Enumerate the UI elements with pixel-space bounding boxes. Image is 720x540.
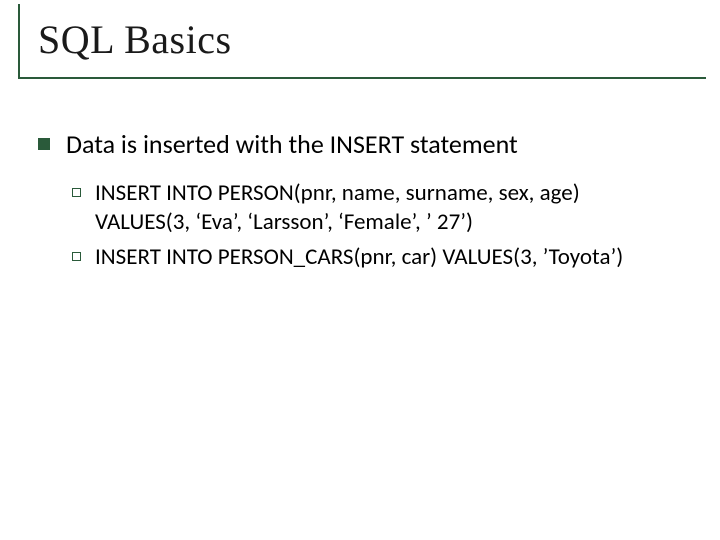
bullet-level2: INSERT INTO PERSON(pnr, name, surname, s… <box>72 179 690 238</box>
title-container: SQL Basics <box>18 4 706 79</box>
bullet-level1: Data is inserted with the INSERT stateme… <box>38 128 690 161</box>
slide: SQL Basics Data is inserted with the INS… <box>0 0 720 540</box>
sub-bullet-text: INSERT INTO PERSON_CARS(pnr, car) VALUES… <box>95 243 623 272</box>
sub-bullets: INSERT INTO PERSON(pnr, name, surname, s… <box>38 179 690 273</box>
slide-title: SQL Basics <box>38 16 706 63</box>
bullet-level2: INSERT INTO PERSON_CARS(pnr, car) VALUES… <box>72 243 690 272</box>
hollow-square-bullet-icon <box>72 188 81 197</box>
slide-body: Data is inserted with the INSERT stateme… <box>38 128 690 279</box>
bullet-text: Data is inserted with the INSERT stateme… <box>66 128 518 161</box>
square-bullet-icon <box>38 138 50 150</box>
hollow-square-bullet-icon <box>72 252 81 261</box>
sub-bullet-text: INSERT INTO PERSON(pnr, name, surname, s… <box>95 179 655 238</box>
